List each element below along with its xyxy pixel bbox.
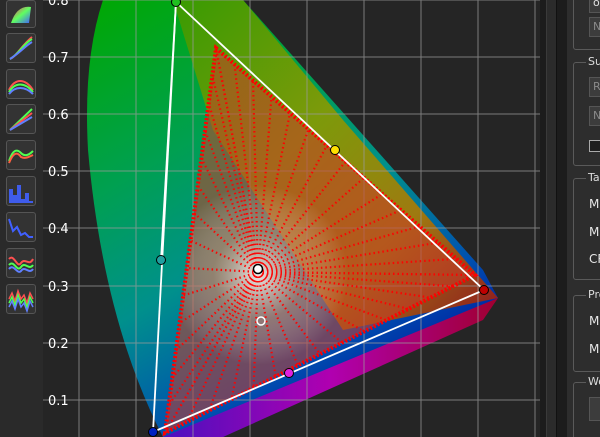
min-label: Mi [589,342,600,356]
group-title: Targ [586,172,600,184]
y-tick: 0.4 [48,222,69,237]
chromaticity-diagram[interactable]: 0.8 0.7 0.6 0.5 0.4 0.3 0.2 0.1 [43,0,540,437]
blue-trace-icon[interactable] [6,212,36,242]
tool-toolbar [0,0,44,437]
panel-button[interactable] [589,397,600,421]
y-tick: 0.2 [48,337,69,352]
no-button[interactable]: No [589,17,600,37]
group-title: Sub [586,56,600,68]
spectrum-tool-icon[interactable] [6,0,36,28]
yellow-secondary-marker [330,145,340,155]
y-tick: 0.8 [48,0,69,9]
y-tick: 0.3 [48,280,69,295]
green-primary-marker [171,0,181,7]
panel-separator[interactable] [540,0,567,437]
blue-curve-icon[interactable] [6,140,36,170]
group-box: Targ Ma Mi CR [573,172,600,280]
group-title: Pro [586,289,600,301]
red-curve-icon[interactable] [6,69,36,99]
group-box: Pro Ma Mi [573,289,600,372]
response-curves-icon[interactable] [6,33,36,63]
on-button[interactable]: on [589,0,600,13]
vertical-scrollbar[interactable] [546,0,557,437]
histogram-icon[interactable] [6,176,36,206]
rgb-wave-icon[interactable] [6,248,36,278]
y-tick: 0.7 [48,51,69,66]
green-curve-icon[interactable] [6,104,36,134]
max-label: Ma [589,197,600,211]
reset-button[interactable]: Re [589,77,600,97]
y-tick: 0.5 [48,165,69,180]
min-label: Mi [589,225,600,239]
cyan-secondary-marker [156,255,166,265]
cr-label: CR [589,252,600,266]
settings-panel: on No Sub Re No Targ Ma Mi CR Pro Ma Mi … [567,0,600,437]
no-button[interactable]: No [589,106,600,126]
y-tick: 0.1 [48,394,69,409]
group-box: Wo [573,376,600,437]
blue-primary-marker [148,427,158,437]
rgb-noise-icon[interactable] [6,284,36,314]
group-title: Wo [586,376,600,388]
red-primary-marker [479,285,489,295]
group-box: Sub Re No [573,56,600,166]
max-label: Ma [589,314,600,328]
group-box: on No [573,0,600,50]
checkbox[interactable] [589,140,600,152]
magenta-secondary-marker [284,368,294,378]
white-point-target [252,263,264,275]
y-tick: 0.6 [48,108,69,123]
